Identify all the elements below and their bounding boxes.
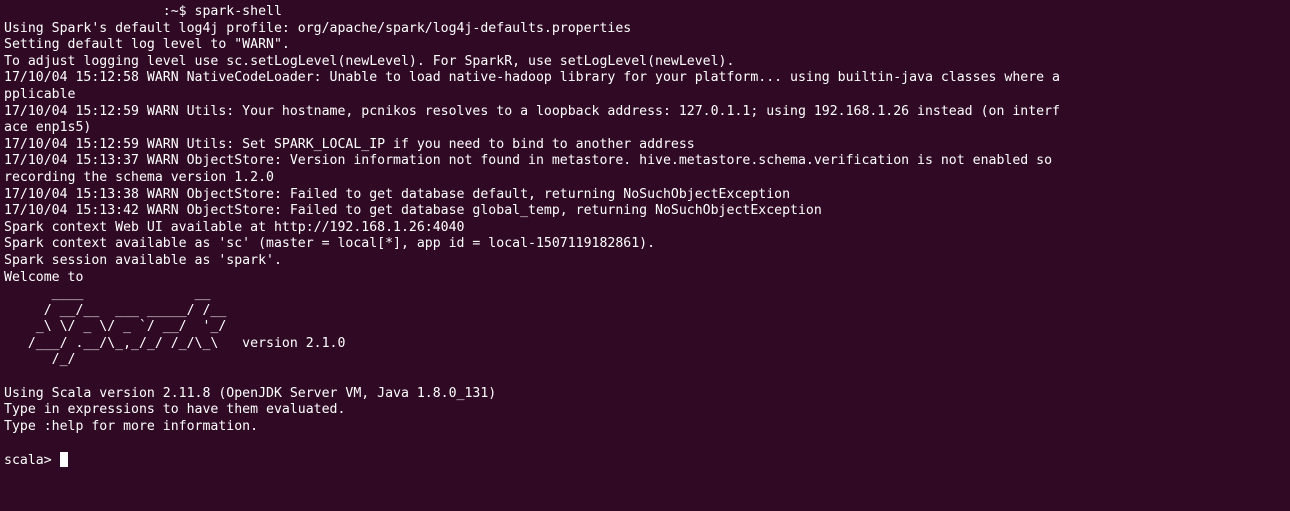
terminal-line: Type in expressions to have them evaluat… [4,402,346,418]
terminal-line: recording the schema version 1.2.0 [4,169,274,185]
terminal-line: Type :help for more information. [4,418,259,434]
terminal-line: 17/10/04 15:12:59 WARN Utils: Set SPARK_… [4,136,695,152]
terminal-output: :~$ spark-shell Using Spark's default lo… [4,4,1290,452]
terminal-line: Spark context Web UI available at http:/… [4,219,465,235]
terminal-window[interactable]: :~$ spark-shell Using Spark's default lo… [0,0,1290,511]
terminal-line: Spark session available as 'spark'. [4,252,282,268]
terminal-line: Using Spark's default log4j profile: org… [4,20,632,36]
spark-logo-line: /_/ [4,352,76,368]
terminal-line: 17/10/04 15:13:42 WARN ObjectStore: Fail… [4,203,822,219]
spark-logo-line: /___/ .__/\_,_/_/ /_/\_\ version 2.1.0 [4,335,346,351]
terminal-line: 17/10/04 15:13:38 WARN ObjectStore: Fail… [4,186,791,202]
terminal-line: Spark context available as 'sc' (master … [4,236,656,252]
terminal-line: Setting default log level to "WARN". [4,37,290,53]
terminal-line: 17/10/04 15:12:58 WARN NativeCodeLoader:… [4,70,1060,86]
terminal-line: Using Scala version 2.11.8 (OpenJDK Serv… [4,385,497,401]
terminal-line: Welcome to [4,269,84,285]
terminal-line: 17/10/04 15:13:37 WARN ObjectStore: Vers… [4,153,1053,169]
command-input-line[interactable]: scala> [4,452,1290,469]
spark-logo-line: / __/__ ___ _____/ /__ [4,302,227,318]
scala-prompt: scala> [4,453,60,469]
terminal-line: pplicable [4,86,76,102]
terminal-line: :~$ spark-shell [4,4,282,19]
terminal-line: 17/10/04 15:12:59 WARN Utils: Your hostn… [4,103,1060,119]
spark-logo-line: _\ \/ _ \/ _ `/ __/ '_/ [4,319,227,335]
text-cursor [59,452,68,468]
terminal-line: To adjust logging level use sc.setLogLev… [4,53,735,69]
terminal-line: ace enp1s5) [4,120,92,136]
spark-logo-line: ____ __ [4,286,211,302]
